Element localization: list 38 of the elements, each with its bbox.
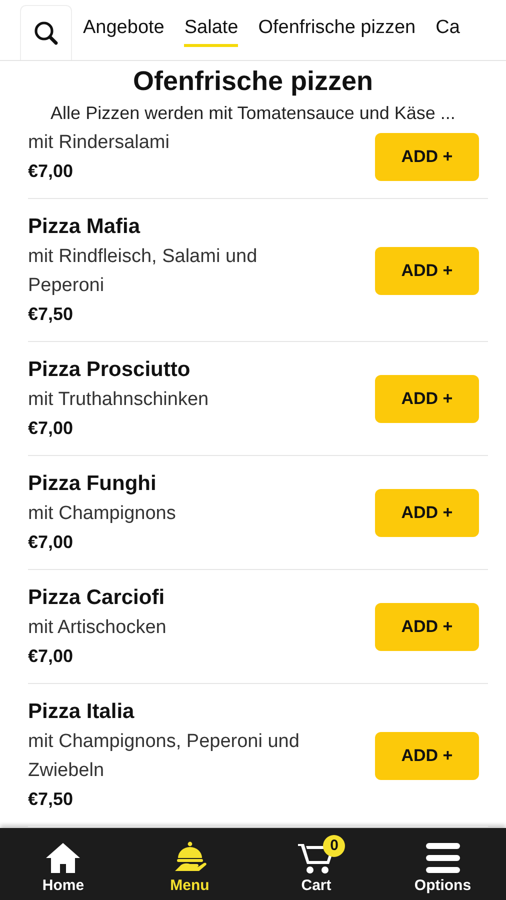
category-tab[interactable]: Salate (184, 13, 238, 47)
category-tab[interactable]: Angebote (83, 13, 164, 47)
nav-tab[interactable]: Options (398, 832, 488, 896)
item-description: mit Champignons (28, 502, 177, 526)
home-icon (44, 840, 82, 874)
nav-tab[interactable]: Home (18, 832, 108, 896)
item-description: mit Rindfleisch, Salami und Peperoni (28, 245, 258, 298)
item-description: mit Rindersalami (28, 131, 170, 155)
add-button[interactable]: ADD + (375, 603, 479, 651)
item-price: €7,00 (28, 417, 74, 440)
item-price: €7,50 (28, 303, 74, 326)
search-icon (33, 20, 59, 46)
menu-icon (424, 840, 461, 874)
item-price: €7,50 (28, 788, 74, 811)
add-button[interactable]: ADD + (375, 246, 479, 294)
item-name: Pizza Prosciutto (28, 357, 192, 383)
section-description: Alle Pizzen werden mit Tomatensauce und Käse ... (50, 102, 456, 125)
section-title: Ofenfrische pizzen (132, 65, 374, 98)
cart-count-badge: 0 (323, 834, 346, 856)
item-description: mit Truthahnschinken (28, 388, 210, 412)
category-tab[interactable]: Ofenfrische pizzen (258, 13, 416, 47)
search-button[interactable] (20, 5, 72, 60)
item-name: Pizza Italia (28, 699, 136, 725)
add-button[interactable]: ADD + (375, 489, 479, 537)
item-description: mit Artischocken (28, 616, 168, 640)
category-tab[interactable]: Ca (436, 13, 460, 47)
item-description: mit Champignons, Peperoni und Zwiebeln (28, 730, 300, 783)
item-price: €7,00 (28, 160, 74, 183)
item-name: Pizza Mafia (28, 214, 142, 240)
item-price: €7,00 (28, 645, 74, 668)
item-name: Pizza Carciofi (28, 585, 166, 611)
item-price: €7,00 (28, 531, 74, 554)
item-name: Pizza Funghi (28, 471, 158, 497)
nav-tab[interactable]: Menu (144, 832, 235, 896)
add-button[interactable]: ADD + (375, 133, 479, 181)
add-button[interactable]: ADD + (375, 375, 479, 423)
nav-tab[interactable]: 0 Cart (271, 832, 362, 896)
add-button[interactable]: ADD + (375, 732, 479, 780)
